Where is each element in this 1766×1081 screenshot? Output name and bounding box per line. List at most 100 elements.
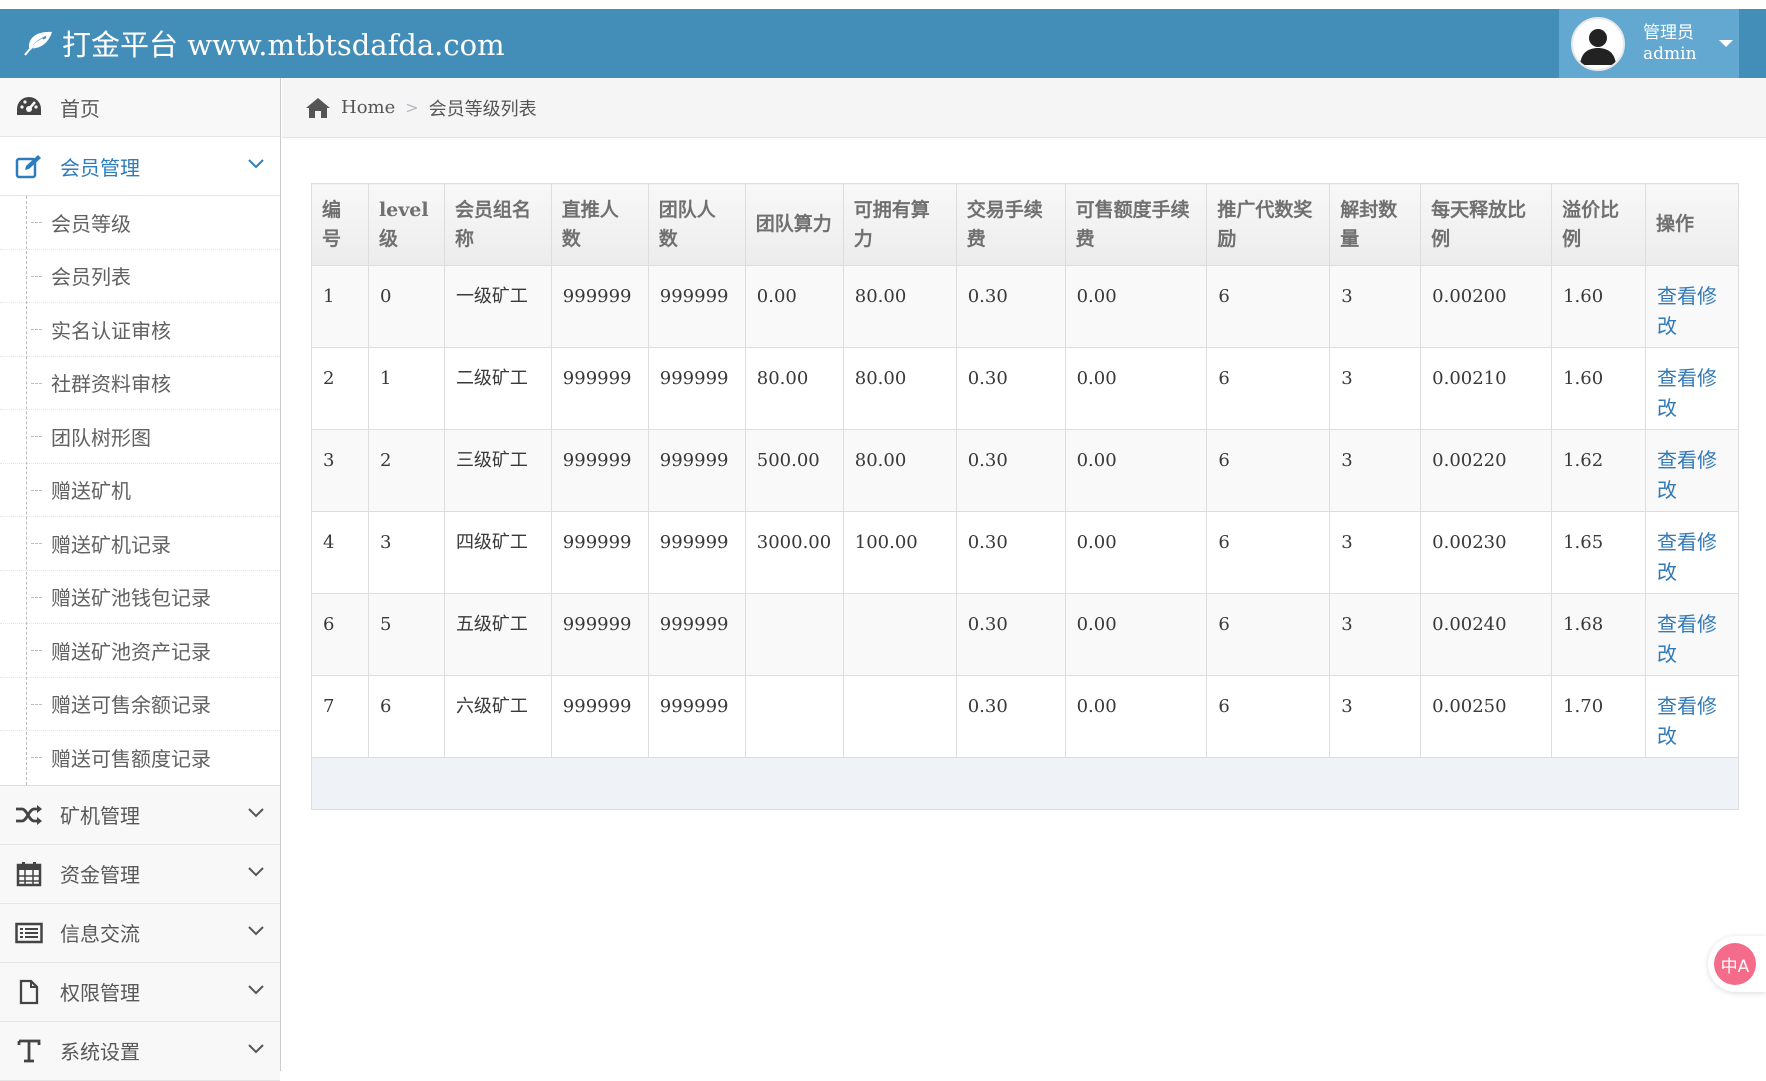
action-cell: 查看修改 bbox=[1644, 511, 1740, 594]
list-icon bbox=[14, 918, 44, 948]
table-footer bbox=[311, 758, 1739, 810]
file-icon bbox=[14, 977, 44, 1007]
top-navbar: 打金平台 www.mtbtsdafda.com 管理员 admin bbox=[0, 9, 1766, 78]
submenu-item-gift-miner[interactable]: 赠送矿机 bbox=[0, 464, 280, 517]
column-header: 溢价比例 bbox=[1551, 183, 1646, 266]
view-edit-link[interactable]: 查看修改 bbox=[1657, 366, 1717, 420]
table-cell: 500.00 bbox=[744, 429, 844, 512]
translate-float-button[interactable]: 中A bbox=[1708, 936, 1766, 992]
table-cell: 80.00 bbox=[744, 347, 844, 430]
table-cell: 0.00 bbox=[1064, 593, 1208, 676]
table-cell: 0 bbox=[367, 265, 445, 348]
table-cell: 999999 bbox=[550, 265, 649, 348]
brand-text: 打金平台 www.mtbtsdafda.com bbox=[62, 28, 505, 62]
table-cell: 0.30 bbox=[955, 511, 1066, 594]
submenu-item-member-list[interactable]: 会员列表 bbox=[0, 250, 280, 303]
column-header: 推广代数奖励 bbox=[1206, 183, 1331, 266]
table-cell: 0.00 bbox=[1064, 511, 1208, 594]
brand[interactable]: 打金平台 www.mtbtsdafda.com bbox=[24, 23, 505, 63]
column-header: 操作 bbox=[1644, 183, 1740, 266]
sidebar-item-permissions[interactable]: 权限管理 bbox=[0, 962, 280, 1022]
table-cell: 999999 bbox=[550, 675, 649, 758]
sidebar-item-messages[interactable]: 信息交流 bbox=[0, 903, 280, 963]
sidebar-item-members[interactable]: 会员管理 bbox=[0, 137, 280, 196]
chevron-down-icon bbox=[248, 159, 264, 169]
sidebar: 首页 会员管理 会员等级 会员列表 实名认证审核 社群资料审核 团队树形图 赠送… bbox=[0, 78, 281, 1081]
table-cell: 一级矿工 bbox=[443, 265, 552, 348]
table-cell: 6 bbox=[1206, 429, 1331, 512]
table-row: 2 1 二级矿工 999999 999999 80.00 80.00 0.30 0.00 6 3 0.… bbox=[311, 347, 1740, 430]
table-cell: 1.60 bbox=[1551, 347, 1646, 430]
chevron-down-icon bbox=[248, 984, 264, 994]
user-name: admin bbox=[1643, 43, 1697, 64]
calendar-icon bbox=[14, 859, 44, 889]
submenu-item-gift-sellable-balance-records[interactable]: 赠送可售余额记录 bbox=[0, 678, 280, 731]
table-cell: 2 bbox=[311, 347, 369, 430]
shuffle-icon bbox=[14, 800, 44, 830]
table-cell: 0.00 bbox=[744, 265, 844, 348]
table-cell: 0.30 bbox=[955, 675, 1066, 758]
chevron-down-icon bbox=[248, 866, 264, 876]
table-cell: 80.00 bbox=[842, 429, 957, 512]
column-header: 团队人数 bbox=[647, 183, 746, 266]
sidebar-item-system-settings[interactable]: 系统设置 bbox=[0, 1021, 280, 1081]
submenu-item-gift-sellable-quota-records[interactable]: 赠送可售额度记录 bbox=[0, 731, 280, 785]
table-cell: 4 bbox=[311, 511, 369, 594]
table-cell: 999999 bbox=[647, 593, 746, 676]
member-level-table: 编号 level级 会员组名称 直推人数 团队人数 团队算力 可拥有算力 交易手续费 可售额度手… bbox=[311, 183, 1740, 758]
table-cell: 3 bbox=[1329, 429, 1422, 512]
submenu-item-gift-pool-asset-records[interactable]: 赠送矿池资产记录 bbox=[0, 624, 280, 678]
table-cell: 1.70 bbox=[1551, 675, 1646, 758]
table-cell: 999999 bbox=[647, 429, 746, 512]
translate-icon: 中A bbox=[1714, 943, 1756, 985]
view-edit-link[interactable]: 查看修改 bbox=[1657, 530, 1717, 584]
breadcrumb-current: 会员等级列表 bbox=[428, 98, 537, 120]
submenu-item-member-level[interactable]: 会员等级 bbox=[0, 196, 280, 250]
sidebar-item-label: 矿机管理 bbox=[60, 804, 140, 828]
sidebar-item-funds[interactable]: 资金管理 bbox=[0, 844, 280, 904]
members-submenu: 会员等级 会员列表 实名认证审核 社群资料审核 团队树形图 赠送矿机 赠送矿机记… bbox=[0, 196, 280, 786]
table-cell: 0.00200 bbox=[1420, 265, 1553, 348]
action-cell: 查看修改 bbox=[1644, 593, 1740, 676]
table-cell: 6 bbox=[1206, 265, 1331, 348]
column-header: 可拥有算力 bbox=[842, 183, 957, 266]
submenu-item-gift-pool-wallet-records[interactable]: 赠送矿池钱包记录 bbox=[0, 571, 280, 624]
table-cell: 999999 bbox=[647, 347, 746, 430]
view-edit-link[interactable]: 查看修改 bbox=[1657, 694, 1717, 748]
table-cell: 3 bbox=[1329, 593, 1422, 676]
table-cell: 四级矿工 bbox=[443, 511, 552, 594]
sidebar-item-miners[interactable]: 矿机管理 bbox=[0, 785, 280, 845]
table-cell: 80.00 bbox=[842, 265, 957, 348]
submenu-item-realname-review[interactable]: 实名认证审核 bbox=[0, 303, 280, 357]
submenu-item-team-tree[interactable]: 团队树形图 bbox=[0, 410, 280, 464]
submenu-item-gift-miner-records[interactable]: 赠送矿机记录 bbox=[0, 517, 280, 571]
chevron-down-icon bbox=[248, 807, 264, 817]
breadcrumb-home-link[interactable]: Home bbox=[341, 97, 395, 118]
view-edit-link[interactable]: 查看修改 bbox=[1657, 612, 1717, 666]
table-cell: 999999 bbox=[550, 593, 649, 676]
table-cell: 999999 bbox=[550, 511, 649, 594]
table-cell: 999999 bbox=[647, 511, 746, 594]
table-cell: 6 bbox=[1206, 511, 1331, 594]
avatar bbox=[1571, 16, 1625, 71]
sidebar-item-label: 资金管理 bbox=[60, 863, 140, 887]
table-cell: 2 bbox=[367, 429, 445, 512]
table-cell: 1.68 bbox=[1551, 593, 1646, 676]
table-cell: 3 bbox=[1329, 265, 1422, 348]
table-cell: 6 bbox=[1206, 675, 1331, 758]
table-cell: 100.00 bbox=[842, 511, 957, 594]
submenu-item-community-review[interactable]: 社群资料审核 bbox=[0, 357, 280, 410]
home-icon[interactable] bbox=[305, 97, 331, 119]
table-cell: 0.00250 bbox=[1420, 675, 1553, 758]
dashboard-icon bbox=[14, 92, 44, 122]
table-cell: 三级矿工 bbox=[443, 429, 552, 512]
column-header: 直推人数 bbox=[550, 183, 649, 266]
table-cell bbox=[744, 593, 844, 676]
sidebar-item-home[interactable]: 首页 bbox=[0, 78, 280, 137]
user-menu[interactable]: 管理员 admin bbox=[1559, 9, 1739, 78]
column-header: 编号 bbox=[311, 183, 369, 266]
view-edit-link[interactable]: 查看修改 bbox=[1657, 448, 1717, 502]
user-avatar-icon bbox=[1580, 28, 1616, 65]
view-edit-link[interactable]: 查看修改 bbox=[1657, 284, 1717, 338]
table-cell: 0.00240 bbox=[1420, 593, 1553, 676]
